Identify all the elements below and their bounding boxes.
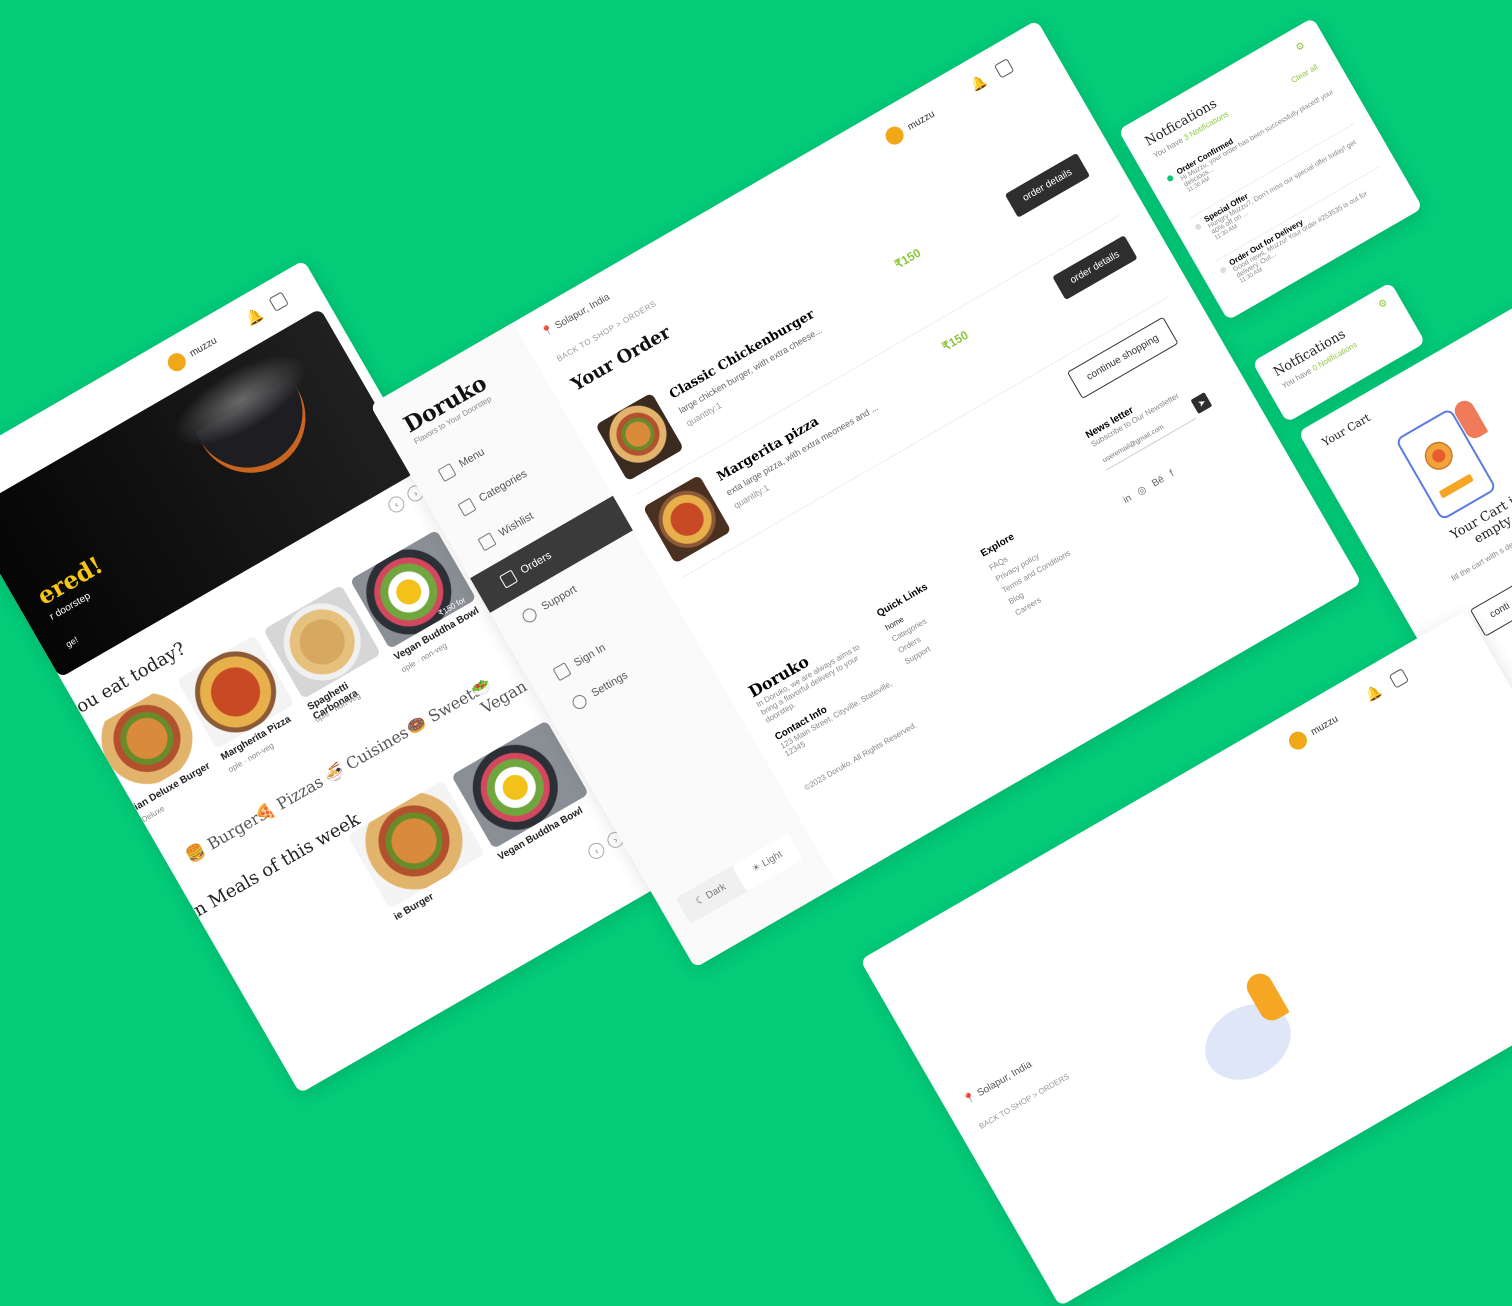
- breadcrumb-current: ORDERS: [621, 299, 658, 326]
- burger-image: [595, 392, 685, 482]
- breadcrumb-current: ORDERS: [1036, 1071, 1071, 1097]
- instagram-icon[interactable]: ◎: [1135, 484, 1148, 498]
- read-dot: [1194, 222, 1203, 231]
- user-name: muzzu: [187, 334, 219, 360]
- theme-light-option[interactable]: ☀ Light: [731, 833, 804, 892]
- explore-links: Explore FAQs Privacy policy Terms and Co…: [979, 485, 1131, 618]
- pizza-graphic: [1419, 436, 1458, 475]
- bag-icon[interactable]: [1388, 668, 1410, 689]
- filter-icon[interactable]: ⚙: [1377, 297, 1390, 311]
- behance-icon[interactable]: Bē: [1150, 474, 1166, 490]
- orders-icon: [499, 569, 519, 589]
- avatar: [882, 123, 907, 148]
- unread-dot: [1166, 174, 1175, 183]
- sidebar-item-categories[interactable]: Categories: [457, 467, 530, 517]
- pizza-image: [642, 474, 732, 564]
- theme-dark-label: Dark: [704, 881, 728, 902]
- categories-icon: [457, 497, 477, 517]
- category-label: Pizzas: [273, 771, 327, 814]
- order-button-graphic: [1438, 473, 1474, 499]
- sign-in-icon: [552, 662, 572, 682]
- sidebar-item-label: Categories: [477, 467, 530, 505]
- empty-illustration: [1191, 989, 1305, 1095]
- sidebar-item-menu[interactable]: Menu: [437, 445, 488, 483]
- bell-icon[interactable]: 🔔: [1363, 682, 1385, 704]
- heart-icon: [477, 532, 497, 552]
- theme-toggle[interactable]: ☾ Dark ☀ Light: [675, 833, 804, 925]
- item-name: Classic Chickenburger: [666, 307, 818, 403]
- bell-icon[interactable]: 🔔: [968, 72, 990, 94]
- prev-icon[interactable]: ‹: [385, 493, 408, 516]
- sign-in-label: Sign In: [572, 641, 608, 670]
- header-user[interactable]: muzzu: [882, 105, 938, 148]
- location-pin-icon: 📍: [540, 323, 557, 340]
- clear-all-link[interactable]: Clear all: [1290, 62, 1320, 84]
- support-icon: [520, 605, 540, 625]
- footer-brand: Doruko In Doruko, we are always aims to …: [745, 620, 920, 792]
- bell-icon[interactable]: 🔔: [242, 305, 266, 328]
- quick-links: Quick Links home Categories Orders Suppo…: [875, 560, 994, 667]
- user-chip[interactable]: muzzu: [164, 332, 221, 375]
- settings-label: Settings: [589, 669, 630, 700]
- weekly-heading: n Meals of this week: [190, 808, 364, 922]
- theme-light-label: Light: [760, 848, 785, 870]
- send-icon[interactable]: ➤: [1190, 391, 1213, 414]
- avatar: [1285, 728, 1311, 753]
- user-name: muzzu: [1308, 713, 1340, 738]
- brand-logo: Doruko Flavors to Your Doorstep: [399, 370, 496, 446]
- read-dot: [1219, 266, 1228, 275]
- sidebar-item-label: Wishlist: [497, 510, 536, 540]
- settings-link[interactable]: Settings: [570, 669, 630, 712]
- category-label: Vegan: [477, 676, 531, 718]
- item-price: ₹150: [939, 327, 971, 354]
- location-text: Solapur, India: [553, 291, 612, 332]
- category-pizzas[interactable]: 🍕 Pizzas: [252, 772, 327, 826]
- category-cuisines[interactable]: 🍜 Cuisines: [321, 723, 412, 786]
- sidebar-item-label: Menu: [457, 445, 487, 471]
- order-details-button[interactable]: order details: [1004, 152, 1091, 218]
- cart-title: Your Cart: [1319, 411, 1373, 450]
- prev-icon[interactable]: ‹: [585, 839, 608, 862]
- gear-icon: [570, 692, 590, 712]
- category-label: Cuisines: [342, 722, 412, 774]
- filter-icon[interactable]: ⚙: [1294, 40, 1307, 54]
- bag-icon[interactable]: [993, 58, 1015, 79]
- sidebar-item-label: Orders: [518, 549, 554, 577]
- header-user[interactable]: muzzu: [1285, 710, 1342, 753]
- avatar: [164, 349, 190, 375]
- user-name: muzzu: [905, 108, 937, 133]
- location-pin-icon: 📍: [962, 1090, 979, 1107]
- item-price: ₹150: [892, 245, 924, 272]
- breadcrumb-back[interactable]: BACK TO SHOP: [977, 1093, 1033, 1131]
- banner-extra: ge!: [64, 634, 80, 650]
- sign-in-link[interactable]: Sign In: [552, 641, 609, 682]
- bag-icon[interactable]: [268, 291, 289, 312]
- location-text: Solapur, India: [975, 1059, 1034, 1100]
- linkedin-icon[interactable]: in: [1121, 493, 1133, 506]
- menu-icon: [437, 462, 457, 483]
- sidebar-item-label: Support: [539, 583, 579, 614]
- facebook-icon[interactable]: f: [1168, 468, 1176, 479]
